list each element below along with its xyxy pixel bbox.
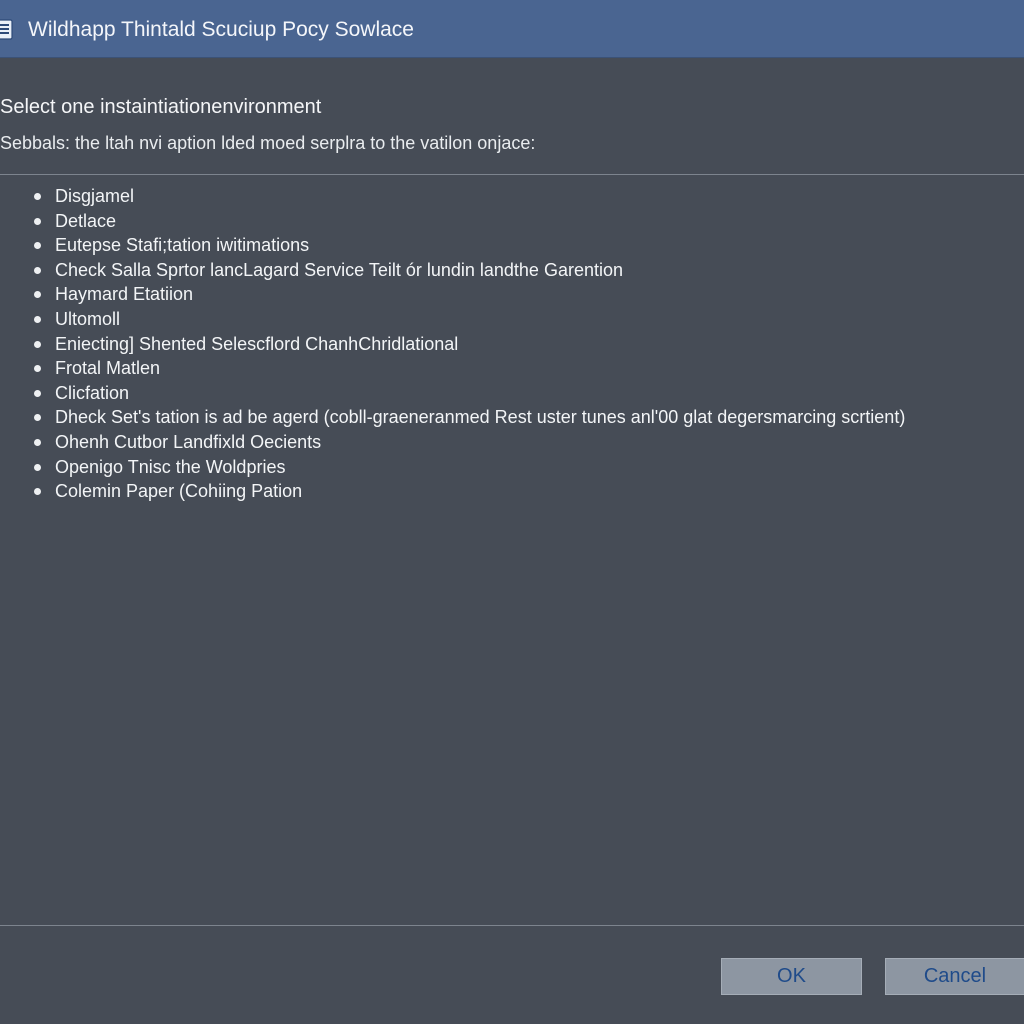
option-label: Haymard Etatiion bbox=[55, 284, 194, 305]
list-item[interactable]: Ohenh Cutbor Landfixld Oecients bbox=[0, 430, 1000, 455]
list-item[interactable]: Dheck Set's tation is ad be agerd (cobll… bbox=[0, 405, 1000, 430]
dialog-description: Sebbals: the ltah nvi aption lded moed s… bbox=[0, 133, 536, 153]
bottom-divider bbox=[0, 925, 1024, 926]
top-divider bbox=[0, 174, 1024, 175]
list-item[interactable]: Haymard Etatiion bbox=[0, 282, 1000, 307]
bullet-icon bbox=[34, 414, 41, 422]
bullet-icon bbox=[34, 291, 41, 299]
option-label: Check Salla Sprtor lancLagard Service Te… bbox=[55, 259, 623, 280]
list-item[interactable]: Eniecting] Shented Selescflord ChanhChri… bbox=[0, 332, 1000, 357]
window-title: Wildhapp Thintald Scuciup Pocy Sowlace bbox=[28, 18, 414, 41]
list-item[interactable]: Clicfation bbox=[0, 381, 1000, 406]
option-label: Clicfation bbox=[55, 382, 130, 403]
option-label: Openigo Tnisc the Woldpries bbox=[55, 456, 286, 477]
option-label: Disgjamel bbox=[55, 186, 135, 206]
option-label: Eniecting] Shented Selescflord ChanhChri… bbox=[55, 333, 459, 354]
bullet-icon bbox=[34, 389, 41, 397]
option-label: Ultomoll bbox=[55, 308, 121, 329]
option-label: Frotal Matlen bbox=[55, 358, 161, 379]
bullet-icon bbox=[34, 315, 41, 323]
option-label: Ohenh Cutbor Landfixld Oecients bbox=[55, 431, 322, 452]
list-item[interactable]: Eutepse Stafi;tation iwitimations bbox=[0, 233, 1000, 258]
cancel-button[interactable]: Cancel bbox=[885, 958, 1024, 995]
bullet-icon bbox=[34, 217, 41, 225]
bullet-icon bbox=[34, 266, 41, 274]
bullet-icon bbox=[34, 488, 41, 496]
list-item[interactable]: Ultomoll bbox=[0, 307, 1000, 332]
ok-button[interactable]: OK bbox=[721, 958, 862, 995]
list-item[interactable]: Disgjamel bbox=[0, 184, 1000, 209]
bullet-icon bbox=[34, 365, 41, 373]
dialog-heading: Select one instaintiationenvironment bbox=[0, 96, 322, 118]
bullet-icon bbox=[34, 438, 41, 446]
bullet-icon bbox=[34, 463, 41, 471]
bullet-icon bbox=[34, 242, 41, 250]
environment-option-list: Disgjamel Detlace Eutepse Stafi;tation i… bbox=[0, 184, 1000, 504]
list-item[interactable]: Detlace bbox=[0, 209, 1000, 234]
list-item[interactable]: Frotal Matlen bbox=[0, 356, 1000, 381]
option-label: Colemin Paper (Cohiing Pation bbox=[55, 481, 303, 502]
option-label: Eutepse Stafi;tation iwitimations bbox=[55, 235, 310, 256]
list-item[interactable]: Openigo Tnisc the Woldpries bbox=[0, 455, 1000, 480]
bullet-icon bbox=[34, 193, 41, 200]
document-list-icon bbox=[0, 19, 16, 41]
window-titlebar[interactable]: Wildhapp Thintald Scuciup Pocy Sowlace bbox=[0, 0, 1024, 58]
option-label: Detlace bbox=[55, 210, 117, 231]
list-item[interactable]: Colemin Paper (Cohiing Pation bbox=[0, 479, 1000, 504]
list-item[interactable]: Check Salla Sprtor lancLagard Service Te… bbox=[0, 258, 1000, 283]
bullet-icon bbox=[34, 340, 41, 348]
option-label: Dheck Set's tation is ad be agerd (cobll… bbox=[55, 407, 906, 428]
